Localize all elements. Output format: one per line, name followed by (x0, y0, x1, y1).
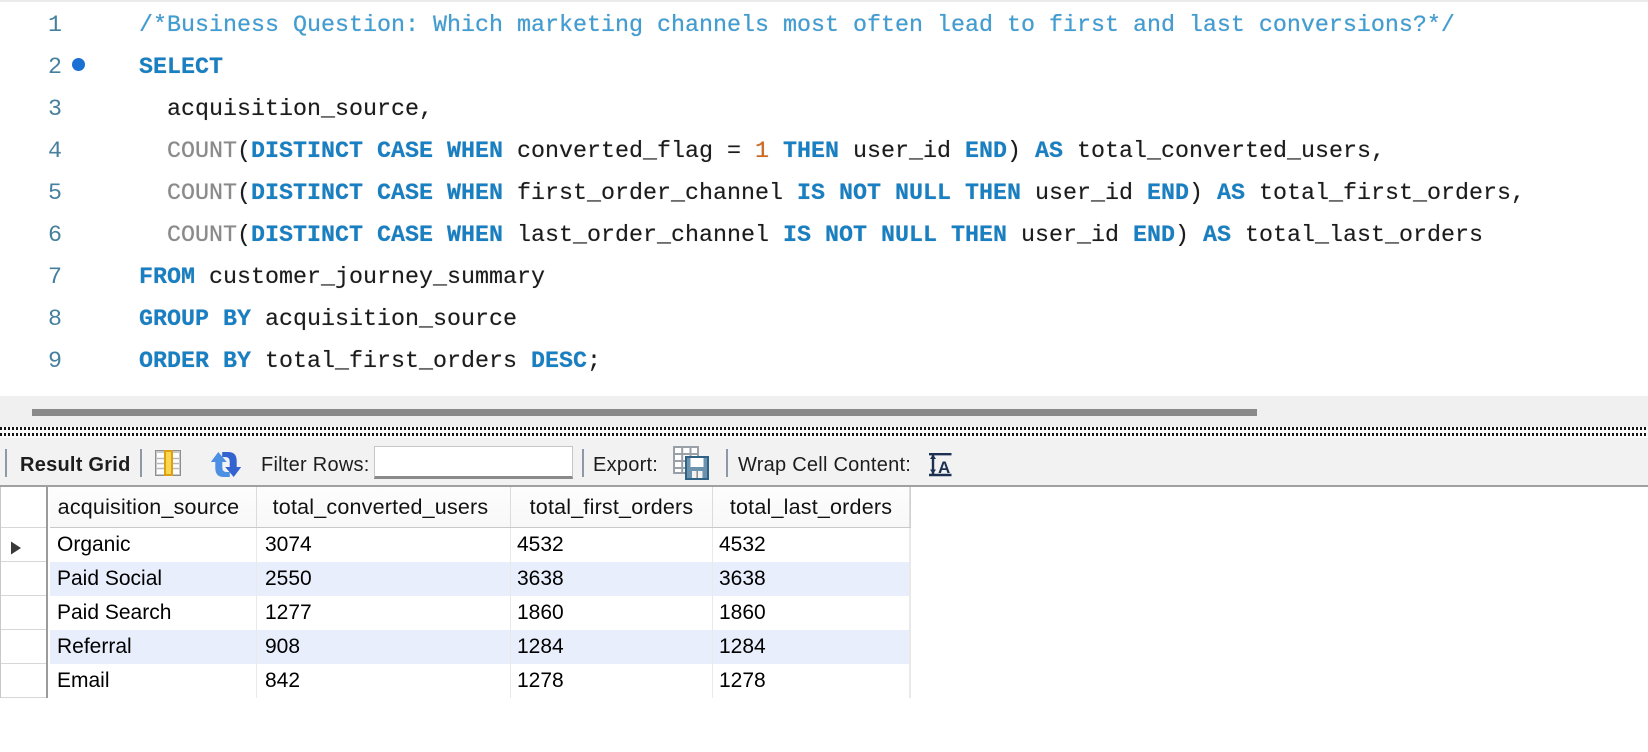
svg-text:A: A (938, 458, 950, 477)
